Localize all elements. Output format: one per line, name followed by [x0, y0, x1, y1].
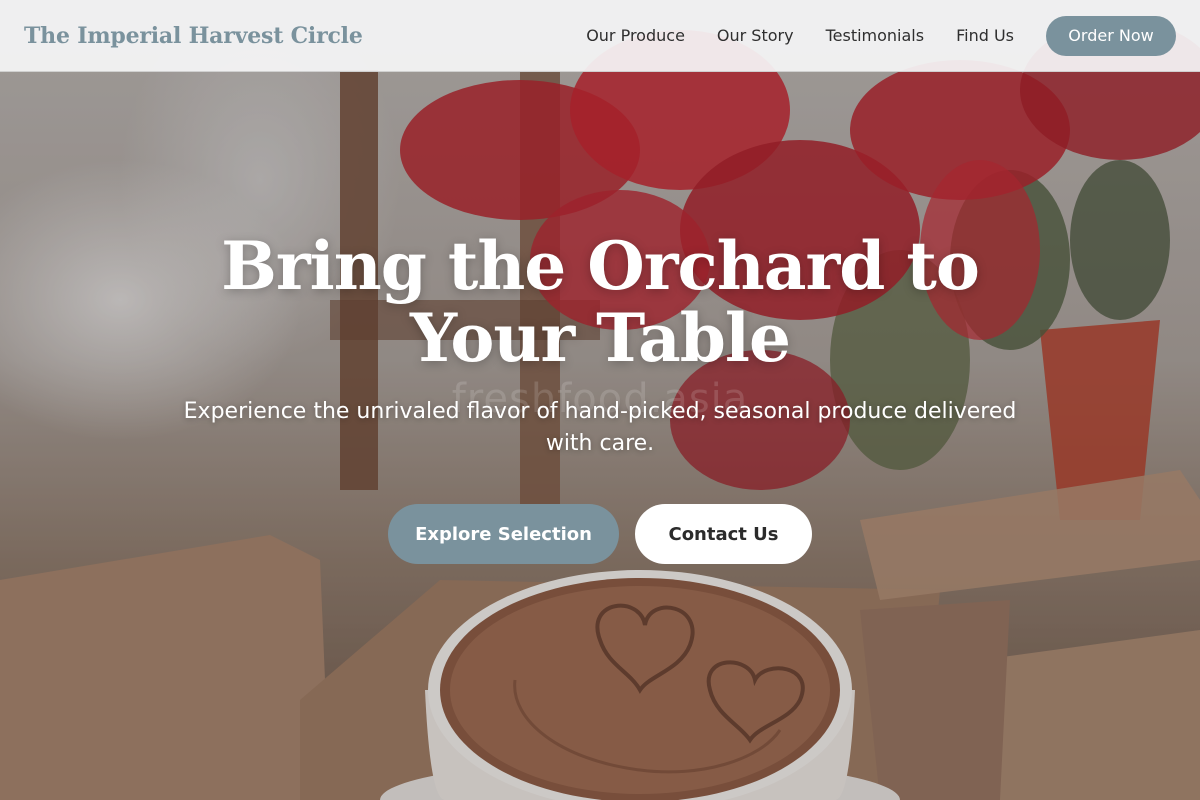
hero-title: Bring the Orchard to Your Table	[221, 227, 980, 377]
main-nav: Our Produce Our Story Testimonials Find …	[586, 15, 1176, 56]
explore-selection-button[interactable]: Explore Selection	[388, 504, 619, 564]
hero-subtitle: Experience the unrivaled flavor of hand-…	[183, 399, 1017, 456]
nav-link-our-produce[interactable]: Our Produce	[586, 26, 685, 45]
cta-row: Explore Selection Contact Us	[388, 504, 812, 564]
nav-link-our-story[interactable]: Our Story	[717, 26, 794, 45]
hero-content: Bring the Orchard to Your Table Experien…	[0, 230, 1200, 564]
brand-logo[interactable]: The Imperial Harvest Circle	[24, 23, 363, 49]
order-now-button[interactable]: Order Now	[1046, 15, 1176, 56]
contact-us-button[interactable]: Contact Us	[635, 504, 812, 564]
nav-link-find-us[interactable]: Find Us	[956, 26, 1014, 45]
nav-link-testimonials[interactable]: Testimonials	[826, 26, 925, 45]
navbar: The Imperial Harvest Circle Our Produce …	[0, 0, 1200, 72]
